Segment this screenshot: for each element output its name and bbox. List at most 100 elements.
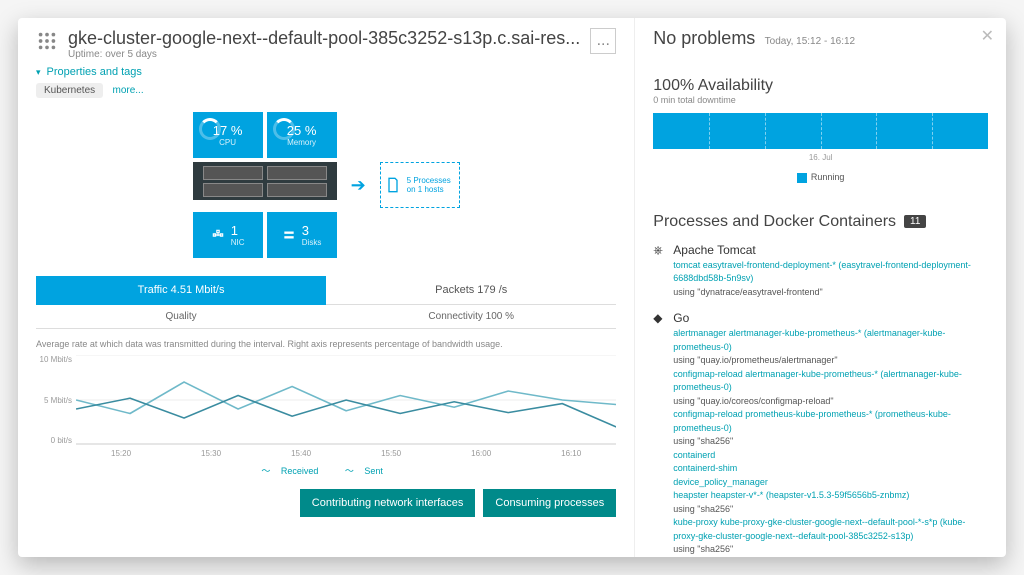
process-link[interactable]: tomcat easytravel-frontend-deployment-*: [673, 260, 836, 270]
process-list-row: using "dynatrace/easytravel-frontend": [673, 286, 988, 300]
arrow-icon: ➔: [351, 175, 366, 196]
tile-disks[interactable]: 3Disks: [267, 212, 337, 258]
x-label: 15:30: [201, 449, 221, 458]
process-link[interactable]: containerd: [673, 450, 715, 460]
right-panel: ✕ No problems Today, 15:12 - 16:12 100% …: [634, 18, 1006, 557]
process-link[interactable]: alertmanager alertmanager-kube-prometheu…: [673, 328, 861, 338]
overflow-menu-button[interactable]: ...: [590, 28, 616, 54]
cpu-donut-icon: [199, 118, 221, 140]
properties-label: Properties and tags: [47, 66, 142, 78]
process-plain-text: using "quay.io/coreos/configmap-reload": [673, 396, 833, 406]
process-plain-text: using "dynatrace/easytravel-frontend": [673, 287, 822, 297]
y-label: 10 Mbit/s: [36, 355, 72, 364]
x-label: 15:40: [291, 449, 311, 458]
tech-icon: ◆: [653, 311, 667, 325]
properties-toggle[interactable]: ▾ Properties and tags: [36, 66, 616, 78]
chevron-down-icon: ▾: [36, 67, 41, 78]
document-icon: [385, 177, 401, 193]
x-axis-labels: 15:20 15:30 15:40 15:50 16:00 16:10: [76, 449, 616, 458]
tile-server-visual: [193, 162, 337, 200]
process-group-name: Apache Tomcat: [673, 243, 756, 257]
availability-title: 100% Availability: [653, 77, 988, 95]
problems-header: No problems Today, 15:12 - 16:12: [653, 28, 988, 49]
processes-box[interactable]: 5 Processes on 1 hosts: [380, 162, 460, 208]
x-label: 16:00: [471, 449, 491, 458]
process-list-row: configmap-reload alertmanager-kube-prome…: [673, 368, 988, 395]
y-label: 5 Mbit/s: [36, 396, 72, 405]
process-group: ◆Go alertmanager alertmanager-kube-promet…: [653, 311, 988, 557]
process-list-row: using "sha256": [673, 503, 988, 517]
host-infographic: 17 % CPU 25 % Memory 1NIC: [36, 112, 616, 258]
process-plain-text: using "quay.io/prometheus/alertmanager": [673, 355, 837, 365]
chart-description: Average rate at which data was transmitt…: [36, 339, 616, 349]
tag-kubernetes[interactable]: Kubernetes: [36, 83, 103, 98]
process-link[interactable]: kube-proxy kube-proxy-gke-cluster-google…: [673, 517, 937, 527]
process-groups: ⎈ Apache Tomcat tomcat easytravel-frontend…: [653, 243, 988, 557]
process-list-row: device_policy_manager: [673, 476, 988, 490]
disks-label: Disks: [302, 238, 322, 247]
availability-subtitle: 0 min total downtime: [653, 95, 988, 105]
x-label: 15:50: [381, 449, 401, 458]
x-label: 16:10: [561, 449, 581, 458]
disks-icon: [282, 228, 296, 242]
action-buttons: Contributing network interfaces Consumin…: [36, 489, 616, 517]
subtab-connectivity[interactable]: Connectivity 100 %: [326, 305, 616, 328]
traffic-chart: 10 Mbit/s 5 Mbit/s 0 bit/s: [76, 355, 616, 445]
process-list-row: kube-proxy kube-proxy-gke-cluster-google…: [673, 516, 988, 543]
contributing-interfaces-button[interactable]: Contributing network interfaces: [300, 489, 476, 517]
process-list-row: configmap-reload prometheus-kube-prometh…: [673, 408, 988, 435]
mem-label: Memory: [287, 138, 316, 147]
problems-range: Today, 15:12 - 16:12: [765, 36, 855, 47]
chart-svg: [76, 355, 616, 445]
tile-memory[interactable]: 25 % Memory: [267, 112, 337, 158]
process-link[interactable]: heapster heapster-v*-*: [673, 490, 763, 500]
disks-value: 3: [302, 223, 322, 238]
process-link[interactable]: containerd-shim: [673, 463, 737, 473]
consuming-processes-button[interactable]: Consuming processes: [483, 489, 616, 517]
process-plain-text: using "sha256": [673, 436, 733, 446]
process-list-row: containerd: [673, 449, 988, 463]
process-group-header: ⎈ Apache Tomcat: [653, 243, 988, 257]
metric-subtabs: Quality Connectivity 100 %: [36, 305, 616, 329]
nic-label: NIC: [231, 238, 245, 247]
process-link[interactable]: device_policy_manager: [673, 477, 768, 487]
tile-nic[interactable]: 1NIC: [193, 212, 263, 258]
process-list-row: using "sha256": [673, 435, 988, 449]
tech-icon: ⎈: [653, 243, 667, 257]
process-group: ⎈ Apache Tomcat tomcat easytravel-frontend…: [653, 243, 988, 300]
tag-row: Kubernetes more...: [36, 82, 616, 98]
nic-icon: [211, 228, 225, 242]
close-icon[interactable]: ✕: [981, 26, 994, 46]
left-panel: gke-cluster-google-next--default-pool-38…: [18, 18, 634, 557]
process-link[interactable]: configmap-reload alertmanager-kube-prome…: [673, 369, 878, 379]
more-link[interactable]: more...: [113, 85, 144, 96]
tab-traffic[interactable]: Traffic 4.51 Mbit/s: [36, 276, 326, 305]
availability-legend: Running: [653, 172, 988, 183]
memory-donut-icon: [273, 118, 295, 140]
chart-legend: 〜 Received 〜 Sent: [36, 464, 616, 477]
tile-cpu[interactable]: 17 % CPU: [193, 112, 263, 158]
header-row: gke-cluster-google-next--default-pool-38…: [36, 28, 616, 60]
y-axis-labels: 10 Mbit/s 5 Mbit/s 0 bit/s: [36, 355, 72, 445]
process-list: tomcat easytravel-frontend-deployment-* …: [673, 259, 988, 300]
process-group-header: ◆Go: [653, 311, 988, 325]
legend-sent: 〜 Sent: [345, 466, 391, 476]
availability-bar: [653, 113, 988, 149]
subtab-quality[interactable]: Quality: [36, 305, 326, 328]
process-list-row: containerd-shim: [673, 462, 988, 476]
y-label: 0 bit/s: [36, 436, 72, 445]
availability-xlabel: 16. Jul: [653, 153, 988, 162]
processes-box-label: 5 Processes on 1 hosts: [407, 176, 455, 194]
availability-legend-label: Running: [811, 172, 845, 182]
process-list: alertmanager alertmanager-kube-prometheu…: [673, 327, 988, 557]
process-plain-text: using "sha256": [673, 544, 733, 554]
process-list-row: tomcat easytravel-frontend-deployment-* …: [673, 259, 988, 286]
cpu-label: CPU: [219, 138, 236, 147]
process-link[interactable]: configmap-reload prometheus-kube-prometh…: [673, 409, 872, 419]
processes-count-badge: 11: [904, 215, 926, 228]
uptime-label: Uptime: over 5 days: [68, 49, 580, 60]
tab-packets[interactable]: Packets 179 /s: [326, 276, 616, 305]
process-list-row: alertmanager alertmanager-kube-prometheu…: [673, 327, 988, 354]
page-title: gke-cluster-google-next--default-pool-38…: [68, 28, 580, 49]
processes-title-text: Processes and Docker Containers: [653, 213, 896, 231]
